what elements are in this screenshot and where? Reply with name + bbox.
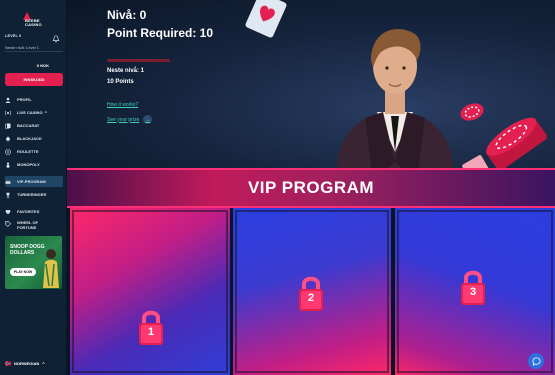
sidebar-item-label: BACCARAT (17, 123, 40, 128)
see-your-prize-link[interactable]: See your prize → (107, 115, 153, 124)
sidebar-item-wheel-of-fortune[interactable]: WHEEL OF FORTUNE (5, 220, 63, 234)
arrow-right-icon[interactable]: → (143, 115, 153, 124)
playing-card-image (244, 0, 288, 39)
bell-icon[interactable] (52, 35, 60, 43)
user-icon (5, 97, 11, 103)
trophy-icon (6, 192, 10, 197)
points-required: Point Required: 10 (107, 26, 214, 40)
language-selector[interactable]: NORWEGIAN ^ (5, 361, 45, 366)
level-progress-bar (107, 59, 170, 62)
sidebar-item-monopoly[interactable]: MONOPOLY (5, 159, 63, 170)
banner-title: VIP PROGRAM (247, 178, 375, 197)
sidebar-item-label: TURNERINGER (17, 192, 47, 197)
chat-bubble-icon (531, 356, 541, 366)
next-level-text: Neste nivå: 1 (107, 68, 145, 74)
spade-icon (6, 136, 10, 142)
tier-number: 3 (469, 286, 477, 298)
vip-tier-card[interactable]: 3 (395, 208, 555, 375)
points-text: 10 Points (107, 79, 134, 85)
sidebar-item-label: PROFIL (17, 97, 32, 102)
promo-figure-image (43, 249, 59, 288)
cards-icon (5, 123, 11, 129)
balance: 0 NOK (36, 63, 49, 68)
sidebar-item-label: FAVORITES (17, 209, 40, 214)
main-content: Nivå: 0 Point Required: 10 Neste nivå: 1… (67, 0, 555, 375)
promo-banner[interactable]: SNOOP DOGG DOLLARS PLAY NOW (5, 236, 62, 289)
chevron-up-icon: ^ (42, 361, 45, 366)
sidebar-level-progress (5, 51, 63, 52)
vip-banner: VIP PROGRAM (67, 168, 555, 208)
sidebar-item-profil[interactable]: PROFIL (5, 94, 63, 105)
monopoly-icon (6, 162, 10, 168)
sidebar: BEEBE CASINO LEVEL 0 Neste nivå: Level 1… (0, 0, 67, 375)
tier-number: 1 (147, 326, 155, 338)
sidebar-item-roulette[interactable]: ROULETTE (5, 146, 63, 157)
sidebar-item-blackjack[interactable]: BLACKJACK (5, 133, 63, 144)
heart-suit-icon (260, 5, 275, 22)
play-now-button[interactable]: PLAY NOW (10, 268, 36, 276)
sidebar-item-label: BLACKJACK (17, 136, 42, 141)
vip-tier-card[interactable]: 1 (70, 208, 230, 375)
tag-icon (5, 221, 11, 227)
heart-icon (5, 209, 11, 214)
see-your-prize-label: See your prize (107, 116, 140, 123)
sidebar-item-label: MONOPOLY (17, 162, 40, 167)
language-label: NORWEGIAN (14, 361, 40, 366)
level-label: LEVEL 0 (5, 33, 22, 38)
sidebar-item-label: ROULETTE (17, 149, 39, 154)
tier-frame (72, 210, 228, 373)
lock-icon: 3 (460, 268, 486, 306)
norway-flag-icon (5, 361, 11, 366)
live-icon (5, 110, 11, 115)
sidebar-item-baccarat[interactable]: BACCARAT (5, 120, 63, 131)
sidebar-item-live-casino[interactable]: LIVE CASINO ^ (5, 107, 63, 118)
host-illustration (335, 29, 455, 180)
lock-icon: 1 (138, 308, 164, 346)
logo-text: BEEBE CASINO (25, 19, 42, 27)
chevron-up-icon: ^ (44, 110, 47, 115)
sidebar-item-label: LIVE CASINO (17, 110, 43, 115)
sidebar-item-label: VIP-PROGRAM (17, 179, 46, 184)
roulette-icon (5, 148, 11, 155)
vip-tiers: 1 2 3 (67, 208, 555, 375)
sidebar-item-turneringer[interactable]: TURNERINGER (5, 189, 63, 200)
lock-icon: 2 (298, 274, 324, 312)
chat-button[interactable] (528, 353, 544, 369)
sidebar-next-level: Neste nivå: Level 1 (5, 45, 40, 50)
sidebar-item-vip-program[interactable]: VIP-PROGRAM (5, 176, 63, 187)
logo-line2: CASINO (25, 22, 42, 27)
deposit-button[interactable]: INNSKUDD (5, 73, 63, 86)
crown-icon (5, 179, 11, 184)
app-root: BEEBE CASINO LEVEL 0 Neste nivå: Level 1… (0, 0, 555, 375)
level-title: Nivå: 0 (107, 8, 147, 22)
vip-hero: Nivå: 0 Point Required: 10 Neste nivå: 1… (67, 0, 555, 189)
sidebar-item-favorites[interactable]: FAVORITES (5, 206, 63, 217)
brand-logo[interactable]: BEEBE CASINO (22, 11, 54, 27)
tier-number: 2 (307, 292, 315, 304)
vip-tier-card[interactable]: 2 (233, 208, 391, 375)
how-it-works-link[interactable]: How it works? (107, 102, 138, 108)
sidebar-item-label: WHEEL OF FORTUNE (17, 220, 39, 230)
